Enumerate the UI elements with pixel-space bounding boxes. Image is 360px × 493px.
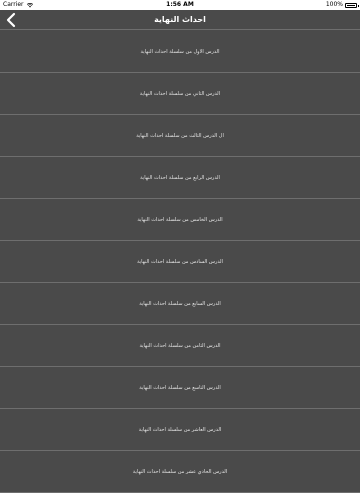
list-item-lesson-7[interactable]: الدرس السابع من سلسلة احداث النهاية — [0, 283, 360, 325]
list-item-lesson-10[interactable]: الدرس العاشر من سلسلة احداث النهاية — [0, 409, 360, 451]
list-item-lesson-2[interactable]: الدرس الثاني من سلسلة احداث النهاية — [0, 73, 360, 115]
navigation-bar: احداث النهاية — [0, 10, 360, 30]
list-item-lesson-8[interactable]: الدرس الثامن من سلسلة احداث النهاية — [0, 325, 360, 367]
lesson-label: ال الدرس الثالث من سلسلة احداث النهاية — [136, 132, 224, 139]
list-item-lesson-3[interactable]: ال الدرس الثالث من سلسلة احداث النهاية — [0, 115, 360, 157]
lesson-label: الدرس العاشر من سلسلة احداث النهاية — [138, 426, 222, 433]
list-item-lesson-5[interactable]: الدرس الخامس من سلسلة احداث النهاية — [0, 199, 360, 241]
lesson-label: الدرس الثاني من سلسلة احداث النهاية — [139, 90, 221, 97]
lesson-label: الدرس الاول من سلسلة احداث النهاية — [140, 48, 220, 55]
lesson-label: الدرس السادس من سلسلة احداث النهاية — [137, 258, 223, 265]
page-title: احداث النهاية — [154, 15, 206, 24]
list-item-lesson-9[interactable]: الدرس التاسع من سلسلة احداث النهاية — [0, 367, 360, 409]
lesson-label: الدرس التاسع من سلسلة احداث النهاية — [139, 384, 221, 391]
lesson-label: الدرس الخامس من سلسلة احداث النهاية — [137, 216, 223, 223]
list-item-lesson-11[interactable]: الدرس الحادي عشر من سلسلة احداث النهاية — [0, 451, 360, 493]
list-item-lesson-6[interactable]: الدرس السادس من سلسلة احداث النهاية — [0, 241, 360, 283]
status-time: 1:56 AM — [166, 1, 194, 8]
lesson-label: الدرس الثامن من سلسلة احداث النهاية — [139, 342, 221, 349]
lessons-list: الدرس الاول من سلسلة احداث النهاية الدرس… — [0, 31, 360, 493]
lesson-label: الدرس السابع من سلسلة احداث النهاية — [139, 300, 221, 307]
lesson-label: الدرس الرابع من سلسلة احداث النهاية — [140, 174, 220, 181]
lesson-label: الدرس الحادي عشر من سلسلة احداث النهاية — [132, 468, 228, 475]
battery-percent: 100% — [325, 1, 343, 8]
battery-icon — [345, 2, 359, 8]
list-item-lesson-1[interactable]: الدرس الاول من سلسلة احداث النهاية — [0, 31, 360, 73]
status-bar: Carrier 1:56 AM 100% — [0, 0, 360, 10]
status-right: 100% — [325, 0, 359, 10]
list-item-lesson-4[interactable]: الدرس الرابع من سلسلة احداث النهاية — [0, 157, 360, 199]
